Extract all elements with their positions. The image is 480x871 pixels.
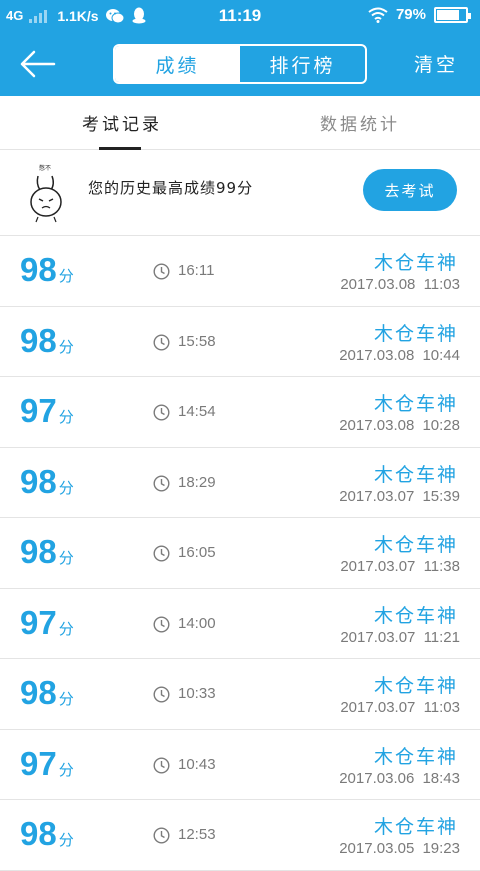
wifi-icon [368,7,388,23]
user-name: 木仓车神 [373,463,458,486]
clock-icon [153,474,170,492]
battery-icon [434,6,471,23]
score-unit: 分 [58,268,74,285]
exam-date: 2017.03.08 10:44 [339,346,460,364]
clock-icon [153,263,170,280]
exam-date: 2017.03.07 15:39 [339,487,460,505]
score-unit: 分 [58,550,74,567]
record-row[interactable]: 97 分 14:54 木仓车神 2017.03.08 10:28 [0,377,480,448]
user-name: 木仓车神 [373,604,458,627]
clock-icon [153,686,170,703]
score-value: 98 [20,462,57,500]
score: 98 分 [20,321,74,359]
take-exam-button[interactable]: 去考试 [363,169,457,211]
status-right: 79% [368,6,471,23]
clock-icon [153,404,170,421]
exam-duration: 10:33 [178,685,216,702]
record-row[interactable]: 98 分 10:33 木仓车神 2017.03.07 11:03 [0,659,480,730]
record-row[interactable]: 97 分 10:43 木仓车神 2017.03.06 18:43 [0,729,480,800]
exam-date: 2017.03.07 11:38 [340,558,460,575]
back-arrow-icon [20,50,56,78]
score-value: 98 [20,815,57,852]
exam-date: 2017.03.07 11:03 [340,699,460,716]
exam-duration: 16:05 [178,544,216,561]
battery-percent: 79% [395,6,426,23]
record-row[interactable]: 98 分 18:29 木仓车神 2017.03.07 15:39 [0,447,480,518]
clock-icon [153,545,170,562]
score-value: 98 [20,674,57,711]
nav-bar: 成绩 排行榜 清空 [0,32,480,96]
exam-duration: 10:43 [178,755,216,773]
exam-date: 2017.03.08 11:03 [340,276,460,293]
segmented-control: 成绩 排行榜 [113,44,367,84]
exam-date: 2017.03.07 11:21 [340,628,460,646]
exam-date: 2017.03.08 10:28 [339,417,460,434]
score-value: 97 [20,392,57,429]
score-unit: 分 [58,761,74,779]
score-value: 98 [20,251,57,288]
record-row[interactable]: 98 分 16:05 木仓车神 2017.03.07 11:38 [0,518,480,589]
user-name: 木仓车神 [373,816,458,838]
exam-duration: 16:11 [178,262,215,279]
record-row[interactable]: 98 分 12:53 木仓车神 2017.03.05 19:23 [0,800,480,871]
exam-date: 2017.03.06 18:43 [339,769,460,787]
clear-button[interactable]: 清空 [414,50,458,77]
user-name: 木仓车神 [373,675,458,697]
score: 97 分 [20,393,74,429]
user-name: 木仓车神 [373,745,458,768]
clock-icon [153,756,170,774]
score: 98 分 [20,462,74,500]
record-row[interactable]: 97 分 14:00 木仓车神 2017.03.07 11:21 [0,588,480,659]
record-row[interactable]: 98 分 15:58 木仓车神 2017.03.08 10:44 [0,306,480,377]
best-score-panel: 憋不 您的历史最高成绩99分 去考试 [0,150,480,236]
clock-icon [153,615,170,633]
sub-tabs: 考试记录 数据统计 [0,96,480,150]
score-value: 97 [20,744,57,782]
score: 97 分 [20,744,74,782]
rabbit-mascot-icon: 憋不 [30,164,62,223]
best-score-text: 您的历史最高成绩99分 [88,179,254,197]
tab-exam-records[interactable]: 考试记录 [82,110,162,135]
score: 97 分 [20,603,74,641]
user-name: 木仓车神 [373,252,458,274]
tab-leaderboard[interactable]: 排行榜 [240,46,365,82]
score: 98 分 [20,252,74,288]
score-value: 98 [20,321,57,359]
score-unit: 分 [58,832,74,849]
user-name: 木仓车神 [373,534,458,556]
score-unit: 分 [58,409,74,426]
user-name: 木仓车神 [373,393,458,415]
score-value: 98 [20,533,57,570]
score: 98 分 [20,816,74,852]
clock-icon [153,827,170,844]
exam-date: 2017.03.05 19:23 [339,840,460,857]
score: 98 分 [20,675,74,711]
tab-scores[interactable]: 成绩 [115,46,240,82]
exam-record-list: 98 分 16:11 木仓车神 2017.03.08 11:03 98 分 15:5… [0,236,480,871]
tab-data-statistics[interactable]: 数据统计 [320,110,400,135]
clock-icon [153,333,170,351]
exam-duration: 15:58 [178,332,216,350]
status-bar: 4G 1.1K/s 11:19 79% [0,0,480,32]
record-row[interactable]: 98 分 16:11 木仓车神 2017.03.08 11:03 [0,236,480,307]
exam-duration: 18:29 [178,473,216,491]
exam-duration: 12:53 [178,826,216,843]
score-value: 97 [20,603,57,641]
score: 98 分 [20,534,74,570]
battery-fill [437,9,460,20]
exam-duration: 14:00 [178,614,216,632]
score-unit: 分 [58,620,74,638]
user-name: 木仓车神 [373,322,458,345]
score-unit: 分 [58,338,74,356]
score-unit: 分 [58,479,74,497]
exam-duration: 14:54 [178,403,216,420]
mascot-caption: 憋不 [39,164,51,172]
score-unit: 分 [58,691,74,708]
back-button[interactable] [18,46,58,82]
